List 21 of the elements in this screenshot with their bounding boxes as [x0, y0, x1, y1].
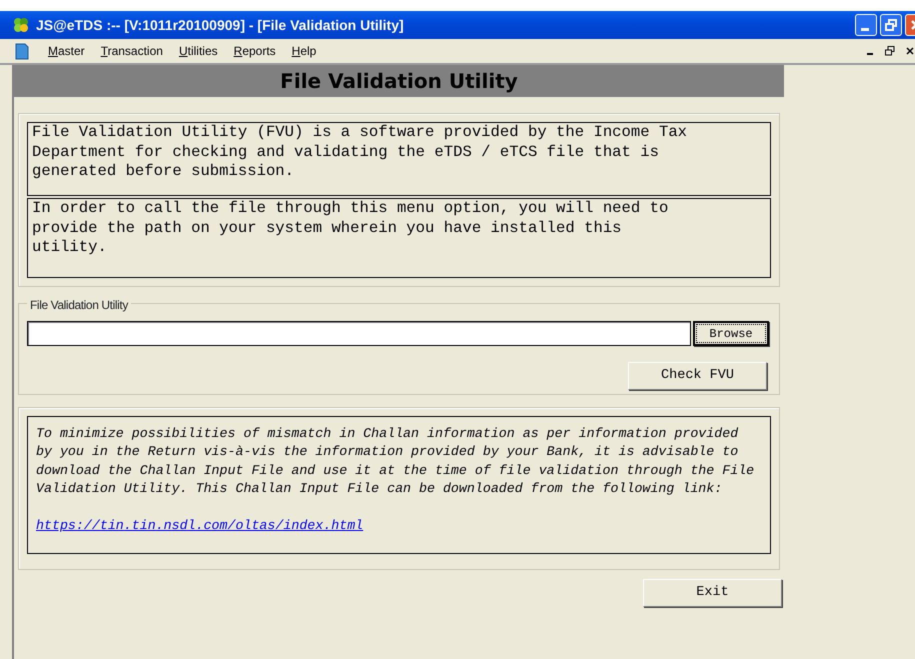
document-icon	[14, 42, 30, 60]
restore-icon	[885, 19, 897, 31]
browse-button[interactable]: Browse	[693, 321, 769, 346]
close-icon	[906, 47, 914, 55]
link[interactable]: https://tin.tin.nsdl.com/oltas/index.html	[36, 517, 364, 536]
info-paragraph: In order to call the file through this menu option, you will need to provide the path on your system wherein you have installed this utility.	[27, 198, 771, 278]
menu-item[interactable]: Master	[40, 42, 93, 60]
window-title: JS@eTDS :-- [V:1011r20100909] - [File Validation Utility]	[36, 16, 404, 35]
menu-item[interactable]: Utilities	[170, 42, 226, 60]
check-fvu-button[interactable]: Check FVU	[628, 362, 767, 390]
menu-item[interactable]: Transaction	[92, 42, 171, 60]
menu-item[interactable]: Reports	[226, 42, 284, 60]
path-field[interactable]	[27, 321, 691, 346]
info-paragraph: File Validation Utility (FVU) is a software provided by the Income Tax Department for checking and validating the eTDS / eTCS file that is generated before submission.	[27, 122, 771, 196]
minimize-icon	[861, 28, 869, 30]
exit-button[interactable]: Exit	[643, 579, 782, 607]
restore-icon	[885, 46, 895, 56]
app-icon	[12, 16, 30, 34]
form-heading: File Validation Utility	[14, 65, 784, 97]
menu-item[interactable]: Help	[284, 42, 324, 60]
note-paragraph: To minimize possibilities of mismatch in Challan information as per information provided by you in the Return vis-à-vis the information provided by your Bank, it is advisable to download the Challan Input File and use it at the time of file validation through the File Validation Utility. This Challan Input File can be downloaded from the following link:	[36, 425, 756, 498]
